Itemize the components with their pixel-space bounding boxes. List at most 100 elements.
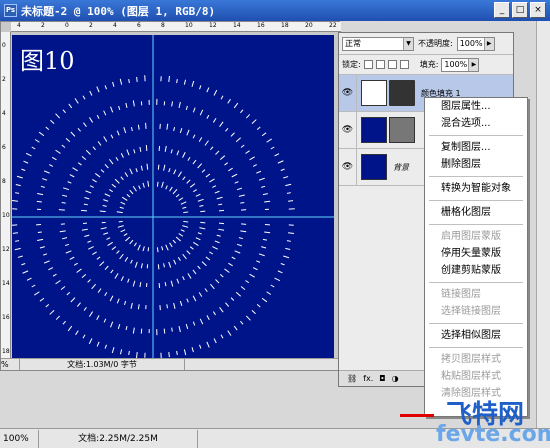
layer-context-menu: 图层属性... 混合选项... 复制图层... 删除图层 转换为智能对象 栅格化图层 启用图… [424, 97, 528, 417]
ring-dash [111, 246, 117, 251]
close-button[interactable]: × [530, 2, 546, 18]
ring-dash [134, 261, 138, 268]
menu-item[interactable]: 停用矢量蒙版 [425, 245, 527, 262]
ring-dash [52, 273, 57, 277]
menu-item[interactable]: 选择相似图层 [425, 327, 527, 344]
menu-item[interactable]: 图层属性... [425, 98, 527, 115]
ring-dash [256, 260, 261, 263]
ring-dash [210, 283, 215, 290]
ring-dash [102, 205, 107, 207]
ring-dash [85, 149, 91, 155]
ring-dash [183, 79, 187, 85]
ring-dash [85, 190, 92, 194]
ruler-tick-label: 8 [161, 22, 165, 29]
ring-dash [170, 149, 173, 154]
lock-position-checkbox[interactable] [387, 60, 397, 69]
opacity-label: 不透明度: [418, 39, 453, 48]
link-icon[interactable]: ⛓ [347, 374, 357, 383]
ring-dash [168, 75, 170, 82]
minimize-button[interactable]: _ [494, 2, 510, 18]
ring-dash [175, 193, 180, 198]
ring-dash [92, 146, 96, 151]
ring-dash [274, 153, 280, 157]
eye-icon[interactable]: 👁 [339, 75, 357, 111]
ring-dash [171, 327, 173, 332]
ring-dash [120, 201, 126, 205]
document-window: 4 2 0 2 4 6 8 10 12 14 16 18 20 22 0 2 4 6 8 10 12 14 16 18 图1… [0, 21, 341, 371]
lock-transparency-checkbox[interactable] [363, 60, 373, 69]
ruler-tick-label: 8 [2, 178, 6, 185]
menu-item[interactable]: 复制图层... [425, 139, 527, 156]
ring-dash [256, 170, 262, 174]
ring-dash [195, 193, 201, 197]
ring-dash [168, 168, 171, 173]
adjustment-icon[interactable]: ◑ [392, 374, 399, 383]
ring-dash [116, 211, 123, 214]
ring-dash [179, 128, 183, 134]
menu-item[interactable]: 转换为智能对象 [425, 180, 527, 197]
ring-dash [218, 228, 225, 231]
ruler-tick-label: 4 [17, 22, 21, 29]
document-zoom[interactable]: % [1, 360, 19, 369]
ring-dash [252, 267, 258, 271]
ring-dash [139, 282, 142, 288]
document-info[interactable]: 文档:1.03M/0 字节 [19, 359, 185, 370]
ring-dash [43, 253, 48, 256]
lock-image-checkbox[interactable] [375, 60, 385, 69]
menu-item[interactable]: 删除图层 [425, 156, 527, 173]
blend-mode-select[interactable]: 正常 ▼ [342, 36, 414, 51]
ring-dash [81, 228, 88, 231]
ring-dash [72, 167, 78, 172]
ring-dash [96, 114, 100, 119]
eye-icon[interactable]: 👁 [339, 149, 357, 185]
mask-icon[interactable]: ◘ [379, 374, 385, 383]
menu-separator [429, 323, 523, 324]
opacity-field[interactable]: 100% ▶ [456, 36, 495, 51]
menu-separator [429, 224, 523, 225]
ring-dash [225, 127, 229, 132]
ring-dash [213, 338, 217, 344]
ring-dash [132, 280, 136, 287]
ring-dash [169, 186, 173, 192]
ring-dash [74, 98, 79, 104]
eye-icon[interactable]: 👁 [339, 112, 357, 148]
menu-separator [429, 200, 523, 201]
vertical-ruler[interactable]: 0 2 4 6 8 10 12 14 16 18 [1, 32, 11, 362]
ruler-tick-label: 6 [2, 144, 6, 151]
ring-dash [106, 237, 111, 240]
ring-dash [15, 192, 20, 194]
document-size-info[interactable]: 文档:2.25M/2.25M [38, 429, 198, 448]
zoom-level[interactable]: 100% [0, 434, 38, 444]
image-canvas[interactable]: 图10 [12, 35, 334, 361]
ring-dash [64, 243, 70, 247]
ring-dash [117, 225, 124, 228]
menu-item[interactable]: 创建剪贴蒙版 [425, 262, 527, 279]
ruler-tick-label: 20 [305, 22, 313, 29]
ring-dash [286, 240, 291, 242]
ring-dash [182, 276, 185, 281]
menu-item[interactable]: 栅格化图层 [425, 204, 527, 221]
ring-dash [60, 286, 66, 291]
ring-dash [186, 298, 189, 303]
ring-dash [125, 236, 131, 242]
ring-dash [142, 246, 145, 252]
ruler-tick-label: 16 [2, 314, 10, 321]
ring-dash [130, 127, 133, 132]
ring-dash [25, 152, 32, 157]
menu-item[interactable]: 混合选项... [425, 115, 527, 132]
ring-dash [109, 189, 113, 193]
vertical-scrollbar[interactable] [536, 21, 550, 428]
ring-dash [238, 237, 243, 240]
ring-dash [156, 247, 159, 253]
lock-all-checkbox[interactable] [399, 60, 409, 69]
ring-dash [55, 113, 61, 119]
maximize-button[interactable]: □ [512, 2, 528, 18]
fill-field[interactable]: 100% ▶ [441, 57, 480, 72]
ring-dash [197, 198, 204, 202]
fx-icon[interactable]: fx. [363, 374, 373, 383]
ring-dash [75, 330, 79, 336]
horizontal-ruler[interactable]: 4 2 0 2 4 6 8 10 12 14 16 18 20 22 [11, 22, 341, 32]
ring-dash [82, 95, 86, 100]
ring-dash [125, 326, 128, 331]
ring-dash [67, 181, 72, 184]
